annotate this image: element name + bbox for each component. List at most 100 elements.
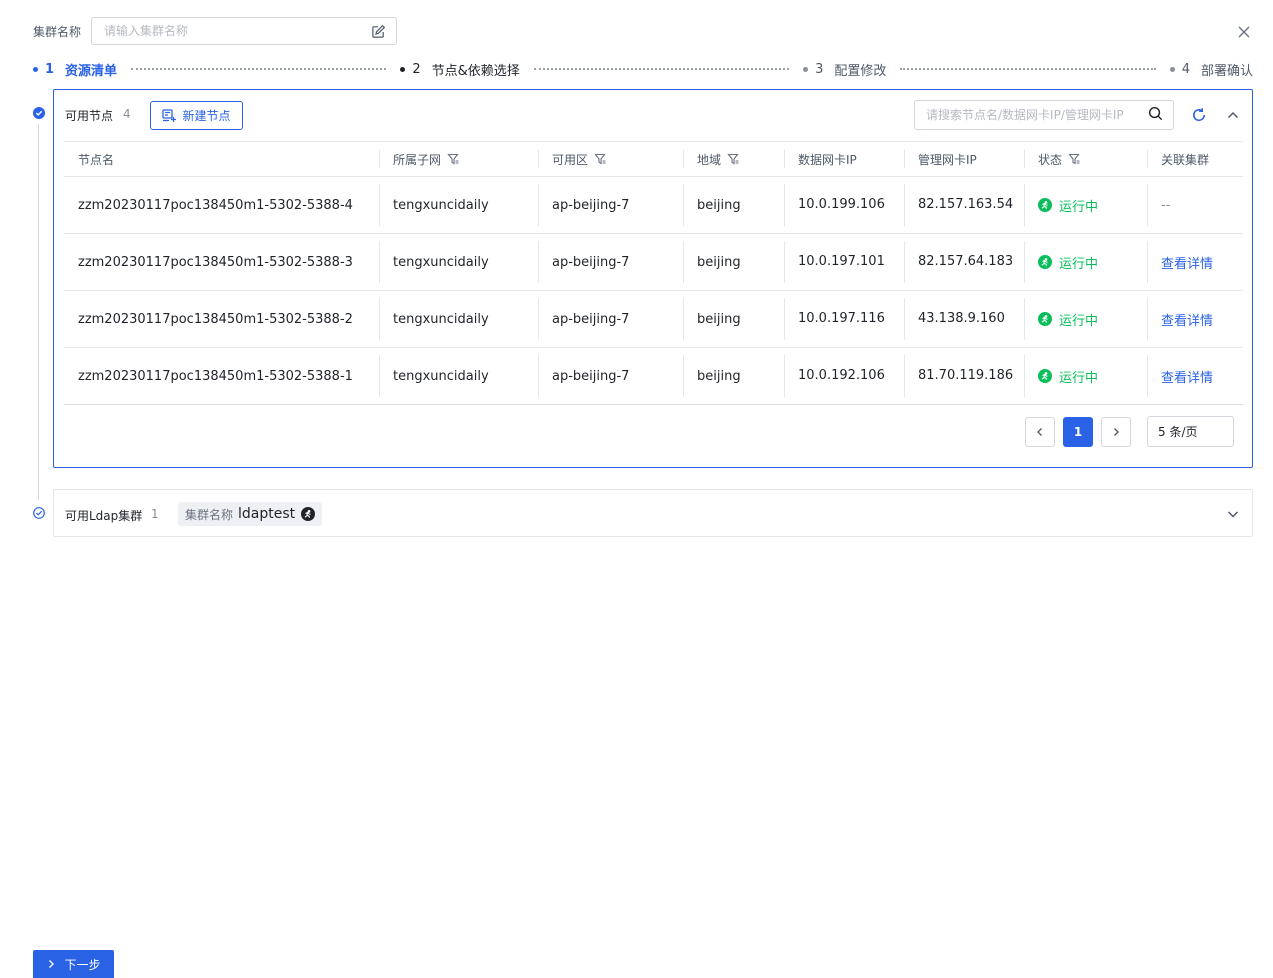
refresh-icon[interactable]: [1191, 107, 1207, 123]
next-step-label: 下一步: [64, 957, 101, 972]
step-connector: [533, 68, 790, 70]
step-2[interactable]: 2 节点&依赖选择: [400, 60, 520, 79]
cell-mgmt-ip: 82.157.64.183: [904, 234, 1024, 290]
cell-mgmt-ip: 82.157.163.54: [904, 177, 1024, 233]
pagination: 1 5 条/页: [1025, 416, 1234, 447]
column-header-data-ip: 数据网卡IP: [784, 142, 904, 176]
step-number: 1: [45, 61, 55, 77]
cell-region: beijing: [683, 177, 784, 233]
chevron-right-icon: [1114, 427, 1119, 436]
step-number: 3: [815, 61, 824, 77]
close-icon[interactable]: [1236, 24, 1252, 40]
cell-node-name: zzm20230117poc138450m1-5302-5388-3: [78, 254, 353, 270]
cluster-empty: --: [1161, 197, 1171, 213]
nodes-panel-title: 可用节点: [65, 109, 114, 123]
filter-icon[interactable]: [594, 153, 606, 165]
table-row[interactable]: zzm20230117poc138450m1-5302-5388-3 tengx…: [64, 234, 1243, 291]
filter-icon[interactable]: [727, 153, 739, 165]
cell-zone: ap-beijing-7: [538, 234, 683, 290]
view-details-link[interactable]: 查看详情: [1161, 253, 1213, 272]
ldap-cluster-tag: 集群名称 ldaptest: [178, 502, 323, 526]
column-header-status: 状态: [1024, 142, 1147, 176]
column-header-label: 所属子网: [393, 152, 442, 167]
step-dot: [400, 66, 406, 72]
cell-data-ip: 10.0.197.101: [784, 234, 904, 290]
cluster-name-input[interactable]: [104, 24, 370, 38]
nodes-table: 节点名 所属子网 可用区 地域 数据网卡IP 管理网卡IP 状态 关联集群 zz…: [64, 141, 1243, 405]
edit-icon[interactable]: [370, 23, 386, 39]
view-details-link[interactable]: 查看详情: [1161, 367, 1213, 386]
nodes-panel: 可用节点 4 新建节点 节点名 所属子网 可用区 地域 数据: [53, 89, 1253, 468]
status-badge: 运行中: [1038, 196, 1098, 215]
tag-key: 集群名称: [185, 507, 234, 522]
cell-node-name: zzm20230117poc138450m1-5302-5388-2: [78, 311, 353, 327]
status-badge: 运行中: [1038, 253, 1098, 272]
table-row[interactable]: zzm20230117poc138450m1-5302-5388-4 tengx…: [64, 177, 1243, 234]
filter-icon[interactable]: [447, 153, 459, 165]
step-number: 4: [1181, 61, 1190, 77]
cell-region: beijing: [683, 348, 784, 404]
ldap-count: 1: [151, 507, 159, 521]
new-node-label: 新建节点: [182, 109, 231, 123]
next-page-button[interactable]: [1101, 416, 1131, 447]
search-icon[interactable]: [1148, 106, 1163, 125]
new-node-button[interactable]: 新建节点: [150, 101, 243, 130]
table-row[interactable]: zzm20230117poc138450m1-5302-5388-2 tengx…: [64, 291, 1243, 348]
cell-data-ip: 10.0.197.116: [784, 291, 904, 347]
timeline-line: [38, 124, 39, 500]
column-header-label: 节点名: [78, 152, 115, 167]
step-1[interactable]: 1 资源清单: [33, 60, 117, 79]
cell-cluster: 查看详情: [1147, 348, 1243, 404]
step-connector: [900, 68, 1156, 70]
status-badge: 运行中: [1038, 367, 1098, 386]
table-row[interactable]: zzm20230117poc138450m1-5302-5388-1 tengx…: [64, 348, 1243, 405]
running-icon: [1038, 198, 1052, 212]
cell-subnet: tengxuncidaily: [379, 348, 538, 404]
prev-page-button[interactable]: [1025, 416, 1055, 447]
column-header-label: 状态: [1038, 152, 1063, 167]
page-number[interactable]: 1: [1063, 416, 1093, 447]
chevron-up-icon[interactable]: [1225, 107, 1241, 123]
cluster-name-field[interactable]: [91, 17, 397, 45]
cell-subnet: tengxuncidaily: [379, 291, 538, 347]
cell-cluster: --: [1147, 177, 1243, 233]
step-label: 节点&依赖选择: [431, 63, 520, 79]
column-header-label: 可用区: [552, 152, 589, 167]
filter-icon[interactable]: [1068, 153, 1080, 165]
ldap-panel[interactable]: 可用Ldap集群 1 集群名称 ldaptest: [53, 489, 1253, 537]
cell-zone: ap-beijing-7: [538, 291, 683, 347]
step-4[interactable]: 4 部署确认: [1169, 60, 1253, 79]
cell-subnet: tengxuncidaily: [379, 234, 538, 290]
step-3[interactable]: 3 配置修改: [803, 60, 886, 79]
cell-status: 运行中: [1024, 291, 1147, 347]
chevron-left-icon: [1037, 427, 1042, 436]
step-dot: [33, 66, 38, 72]
nodes-count: 4: [123, 107, 131, 121]
running-icon: [301, 507, 316, 521]
cell-node-name: zzm20230117poc138450m1-5302-5388-4: [78, 197, 353, 213]
chevron-right-icon: [46, 959, 56, 969]
status-label: 运行中: [1059, 370, 1099, 386]
page-size-select[interactable]: 5 条/页: [1147, 416, 1234, 447]
ldap-panel-title: 可用Ldap集群: [65, 509, 143, 523]
column-header-mgmt-ip: 管理网卡IP: [904, 142, 1024, 176]
step-label: 资源清单: [65, 63, 118, 79]
node-search-field[interactable]: [914, 100, 1174, 130]
chevron-down-icon[interactable]: [1225, 506, 1241, 522]
view-details-link[interactable]: 查看详情: [1161, 310, 1213, 329]
cell-region: beijing: [683, 291, 784, 347]
cell-zone: ap-beijing-7: [538, 348, 683, 404]
node-search-input[interactable]: [926, 108, 1148, 122]
next-step-button[interactable]: 下一步: [33, 950, 114, 978]
cell-data-ip: 10.0.192.106: [784, 348, 904, 404]
check-circle-outline-icon: [33, 507, 45, 519]
new-node-icon: [162, 108, 177, 123]
column-header-label: 地域: [697, 152, 722, 167]
cell-subnet: tengxuncidaily: [379, 177, 538, 233]
cluster-name-label: 集群名称: [33, 25, 82, 39]
step-number: 2: [412, 61, 421, 77]
cell-status: 运行中: [1024, 177, 1147, 233]
cell-data-ip: 10.0.199.106: [784, 177, 904, 233]
step-connector: [131, 68, 387, 70]
column-header-subnet: 所属子网: [379, 142, 538, 176]
